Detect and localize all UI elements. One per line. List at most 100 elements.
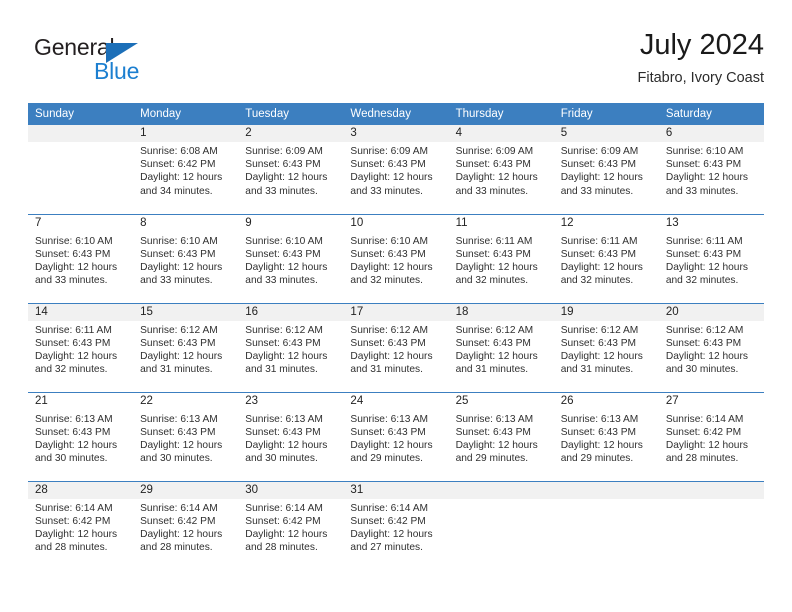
sunset-text: Sunset: 6:43 PM [560,248,637,260]
day-details: Sunrise: 6:11 AM Sunset: 6:43 PM Daylight:… [554,232,659,288]
daylight-text-line2: and 30 minutes. [245,453,318,465]
page-header: General Blue July 2024 Fitabro, Ivory Co… [28,28,764,96]
calendar-day-cell[interactable]: 2 Sunrise: 6:09 AM Sunset: 6:43 PM Daylight… [238,125,344,214]
daylight-text-line1: Daylight: 12 hours [665,172,748,184]
calendar-week-row: 28 Sunrise: 6:14 AM Sunset: 6:42 PM Dayligh… [28,480,764,570]
sunrise-text: Sunrise: 6:13 AM [560,413,639,425]
day-number: 16 [238,303,344,321]
day-number: 23 [238,392,344,410]
calendar-day-cell[interactable]: 4 Sunrise: 6:09 AM Sunset: 6:43 PM Daylight… [448,125,554,214]
calendar-day-cell[interactable]: 28 Sunrise: 6:14 AM Sunset: 6:42 PM Dayligh… [28,480,134,570]
calendar-day-cell[interactable]: 15 Sunrise: 6:12 AM Sunset: 6:43 PM Dayligh… [133,302,239,392]
sunset-text: Sunset: 6:43 PM [245,159,321,171]
calendar-day-cell[interactable]: 7 Sunrise: 6:10 AM Sunset: 6:43 PM Daylight… [28,213,134,303]
page-title: July 2024 [639,29,764,61]
calendar-day-cell[interactable]: 1 Sunrise: 6:08 AM Sunset: 6:42 PM Daylight… [133,125,239,214]
daylight-text-line1: Daylight: 12 hours [665,439,748,451]
calendar-day-cell[interactable]: 3 Sunrise: 6:09 AM Sunset: 6:43 PM Daylight… [343,125,449,214]
day-number: 17 [343,303,449,321]
day-number: 31 [343,481,449,499]
daylight-text-line2: and 32 minutes. [665,275,739,287]
day-details: Sunrise: 6:13 AM Sunset: 6:43 PM Daylight:… [28,410,133,466]
day-number: 10 [343,214,449,232]
sunrise-text: Sunrise: 6:11 AM [665,235,743,247]
calendar-day-cell[interactable]: 30 Sunrise: 6:14 AM Sunset: 6:42 PM Dayligh… [238,480,344,570]
day-details: Sunrise: 6:13 AM Sunset: 6:43 PM Daylight:… [449,410,554,466]
sunrise-text: Sunrise: 6:12 AM [665,324,744,336]
day-details: Sunrise: 6:13 AM Sunset: 6:43 PM Daylight:… [133,410,238,466]
daylight-text-line2: and 33 minutes. [245,275,318,287]
calendar-day-cell[interactable]: 6 Sunrise: 6:10 AM Sunset: 6:43 PM Daylight… [658,125,764,214]
sunrise-text: Sunrise: 6:13 AM [350,413,429,425]
calendar-day-cell[interactable]: 26 Sunrise: 6:13 AM Sunset: 6:43 PM Dayligh… [553,391,659,481]
calendar-day-cell[interactable]: 24 Sunrise: 6:13 AM Sunset: 6:43 PM Dayligh… [343,391,449,481]
calendar-day-cell[interactable]: 16 Sunrise: 6:12 AM Sunset: 6:43 PM Dayligh… [238,302,344,392]
daylight-text-line1: Daylight: 12 hours [35,261,118,273]
calendar-day-cell[interactable]: 18 Sunrise: 6:12 AM Sunset: 6:43 PM Dayligh… [448,302,554,392]
calendar-day-cell[interactable]: 23 Sunrise: 6:13 AM Sunset: 6:43 PM Dayligh… [238,391,344,481]
day-number: 11 [448,214,554,232]
daylight-text-line2: and 32 minutes. [455,275,529,287]
day-number: 24 [343,392,449,410]
calendar-day-cell[interactable]: 13 Sunrise: 6:11 AM Sunset: 6:43 PM Dayligh… [658,213,764,303]
daylight-text-line1: Daylight: 12 hours [350,350,433,362]
calendar-day-cell[interactable]: 31 Sunrise: 6:14 AM Sunset: 6:42 PM Dayligh… [343,480,449,570]
calendar-day-cell[interactable]: 8 Sunrise: 6:10 AM Sunset: 6:43 PM Daylight… [133,213,239,303]
calendar-day-cell[interactable]: 17 Sunrise: 6:12 AM Sunset: 6:43 PM Dayligh… [343,302,449,392]
calendar-day-cell[interactable]: 22 Sunrise: 6:13 AM Sunset: 6:43 PM Dayligh… [133,391,239,481]
calendar-day-cell[interactable]: 11 Sunrise: 6:11 AM Sunset: 6:43 PM Dayligh… [448,213,554,303]
sunrise-text: Sunrise: 6:09 AM [245,146,323,157]
calendar-day-cell[interactable]: 19 Sunrise: 6:12 AM Sunset: 6:43 PM Dayligh… [553,302,659,392]
daylight-text-line1: Daylight: 12 hours [665,261,748,273]
calendar-day-cell[interactable]: 21 Sunrise: 6:13 AM Sunset: 6:43 PM Dayligh… [28,391,134,481]
daylight-text-line2: and 28 minutes. [245,542,318,554]
calendar-day-cell[interactable]: 25 Sunrise: 6:13 AM Sunset: 6:43 PM Dayligh… [448,391,554,481]
daylight-text-line1: Daylight: 12 hours [245,261,328,273]
daylight-text-line1: Daylight: 12 hours [140,172,223,184]
weekday-header-sunday: Sunday [28,103,134,125]
daylight-text-line1: Daylight: 12 hours [140,261,223,273]
sunset-text: Sunset: 6:43 PM [560,426,637,438]
sunrise-text: Sunrise: 6:09 AM [560,146,639,157]
calendar-day-cell[interactable]: 9 Sunrise: 6:10 AM Sunset: 6:43 PM Daylight… [238,213,344,303]
day-number: 12 [553,214,659,232]
sunrise-text: Sunrise: 6:12 AM [140,324,218,336]
daylight-text-line1: Daylight: 12 hours [350,439,433,451]
calendar-day-cell[interactable]: 14 Sunrise: 6:11 AM Sunset: 6:43 PM Dayligh… [28,302,134,392]
day-number: 21 [28,392,134,410]
sunset-text: Sunset: 6:42 PM [140,515,216,527]
page-subtitle: Fitabro, Ivory Coast [637,70,764,86]
day-details: Sunrise: 6:11 AM Sunset: 6:43 PM Daylight:… [449,232,554,288]
daylight-text-line1: Daylight: 12 hours [455,261,538,273]
calendar-day-cell[interactable]: 27 Sunrise: 6:14 AM Sunset: 6:42 PM Dayligh… [658,391,764,481]
day-details: Sunrise: 6:09 AM Sunset: 6:43 PM Daylight:… [343,142,448,198]
sunset-text: Sunset: 6:43 PM [350,337,426,349]
sunrise-text: Sunrise: 6:08 AM [140,146,218,157]
daylight-text-line1: Daylight: 12 hours [35,528,118,540]
calendar-day-cell[interactable]: 20 Sunrise: 6:12 AM Sunset: 6:43 PM Dayligh… [658,302,764,392]
sunset-text: Sunset: 6:43 PM [665,337,742,349]
sunset-text: Sunset: 6:43 PM [35,426,111,438]
day-number [658,481,764,499]
calendar-day-cell[interactable]: 10 Sunrise: 6:10 AM Sunset: 6:43 PM Dayligh… [343,213,449,303]
day-details: Sunrise: 6:12 AM Sunset: 6:43 PM Daylight:… [133,321,238,377]
general-blue-logo[interactable]: General Blue [34,34,174,90]
calendar-empty-cell [28,125,134,214]
calendar-day-cell[interactable]: 5 Sunrise: 6:09 AM Sunset: 6:43 PM Daylight… [553,125,659,214]
calendar-day-cell[interactable]: 29 Sunrise: 6:14 AM Sunset: 6:42 PM Dayligh… [133,480,239,570]
day-number: 13 [658,214,764,232]
day-details: Sunrise: 6:14 AM Sunset: 6:42 PM Daylight:… [659,410,764,466]
daylight-text-line2: and 29 minutes. [350,453,423,465]
daylight-text-line2: and 32 minutes. [35,364,108,376]
daylight-text-line2: and 31 minutes. [560,364,634,376]
calendar-empty-cell [658,480,764,570]
daylight-text-line2: and 31 minutes. [245,364,318,376]
day-details: Sunrise: 6:10 AM Sunset: 6:43 PM Daylight:… [28,232,133,288]
day-details: Sunrise: 6:12 AM Sunset: 6:43 PM Daylight:… [554,321,659,377]
sunrise-text: Sunrise: 6:13 AM [35,413,113,425]
calendar-day-cell[interactable]: 12 Sunrise: 6:11 AM Sunset: 6:43 PM Dayligh… [553,213,659,303]
sunrise-text: Sunrise: 6:14 AM [350,502,429,514]
daylight-text-line2: and 30 minutes. [140,453,213,465]
sunset-text: Sunset: 6:43 PM [350,159,426,171]
calendar-week-row: 7 Sunrise: 6:10 AM Sunset: 6:43 PM Daylight… [28,213,764,303]
